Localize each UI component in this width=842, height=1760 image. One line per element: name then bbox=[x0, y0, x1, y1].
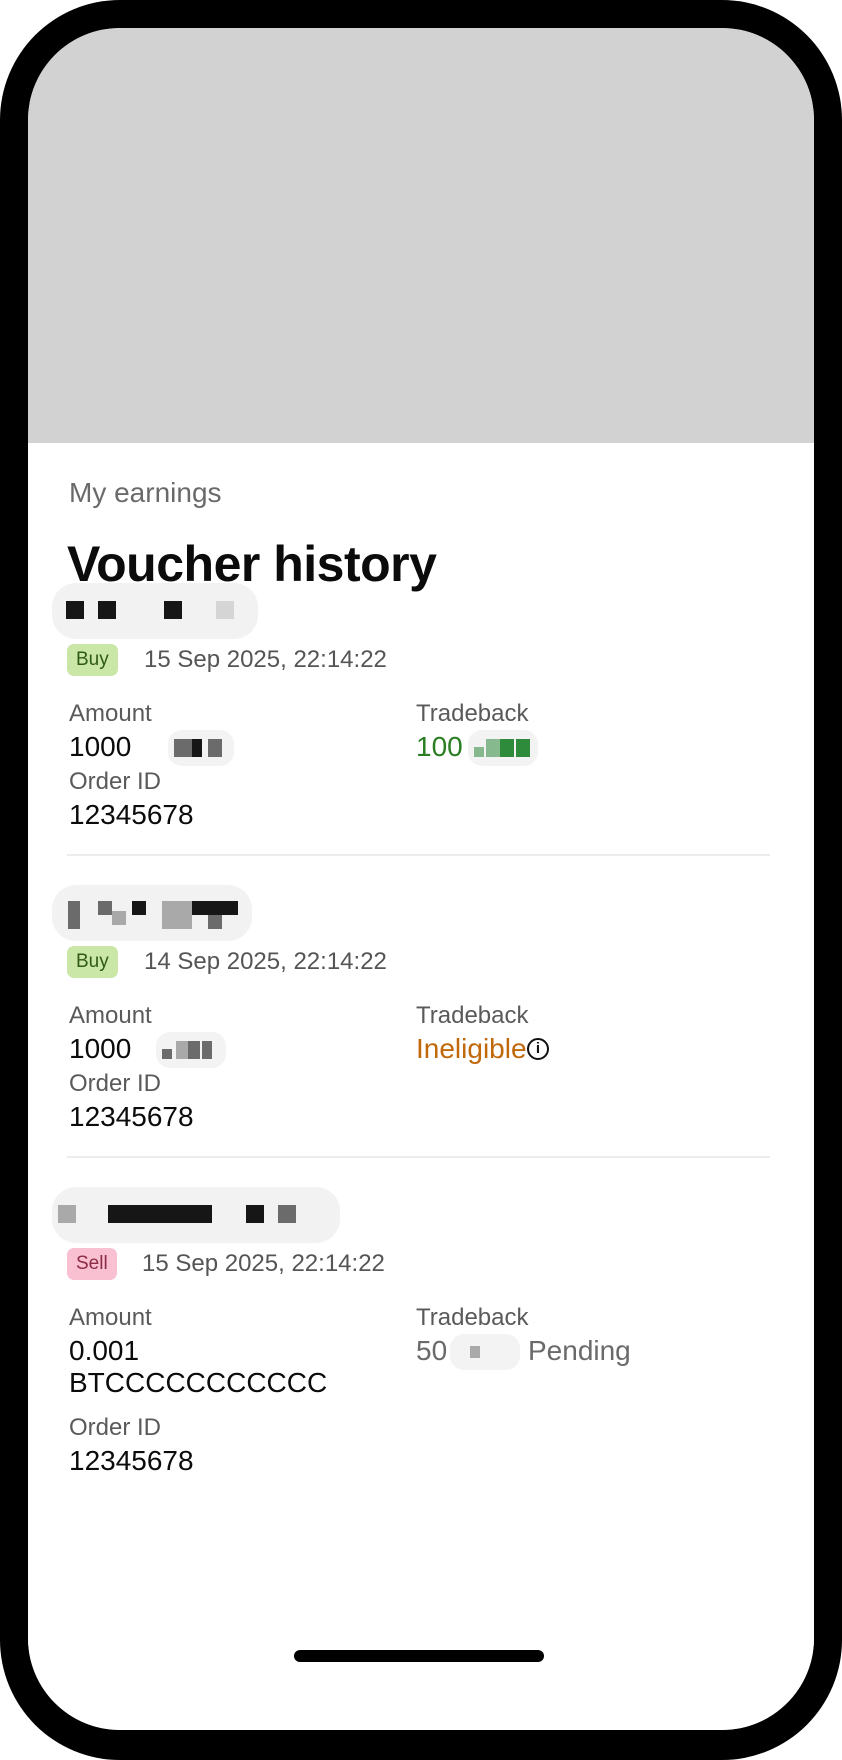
order-id-label: Order ID bbox=[69, 768, 162, 795]
screen: My earnings Voucher history Buy 15 Sep 2… bbox=[28, 28, 814, 1730]
tradeback-currency-redacted bbox=[468, 730, 538, 766]
amount-label: Amount bbox=[69, 1002, 152, 1029]
divider bbox=[67, 1156, 770, 1158]
tradeback-status: Pending bbox=[528, 1335, 631, 1366]
home-indicator[interactable] bbox=[294, 1650, 544, 1662]
backdrop-overlay[interactable] bbox=[28, 28, 814, 443]
order-id-value: 12345678 bbox=[69, 1101, 194, 1132]
sell-badge: Sell bbox=[67, 1248, 117, 1280]
amount-value: 1000 bbox=[69, 731, 132, 762]
tradeback-label: Tradeback bbox=[416, 700, 529, 727]
order-id-label: Order ID bbox=[69, 1414, 162, 1441]
amount-label: Amount bbox=[69, 1304, 152, 1331]
tradeback-label: Tradeback bbox=[416, 1002, 529, 1029]
voucher-name-redacted bbox=[52, 1187, 340, 1243]
voucher-date: 15 Sep 2025, 22:14:22 bbox=[144, 646, 387, 673]
order-id-value: 12345678 bbox=[69, 799, 194, 830]
tradeback-value: 100 bbox=[416, 731, 463, 762]
tradeback-label: Tradeback bbox=[416, 1304, 529, 1331]
amount-currency: BTCCCCCCCCCCC bbox=[69, 1367, 328, 1398]
voucher-history-sheet: My earnings Voucher history Buy 15 Sep 2… bbox=[28, 443, 814, 1730]
info-icon[interactable]: i bbox=[527, 1038, 549, 1060]
order-id-value: 12345678 bbox=[69, 1445, 194, 1476]
buy-badge: Buy bbox=[67, 946, 118, 978]
buy-badge: Buy bbox=[67, 644, 118, 676]
voucher-date: 14 Sep 2025, 22:14:22 bbox=[144, 948, 387, 975]
currency-redacted bbox=[168, 730, 234, 766]
order-id-label: Order ID bbox=[69, 1070, 162, 1097]
tradeback-status: Ineligible bbox=[416, 1033, 527, 1064]
tradeback-currency-redacted bbox=[450, 1334, 520, 1370]
phone-frame: My earnings Voucher history Buy 15 Sep 2… bbox=[0, 0, 842, 1760]
page-subtitle: My earnings bbox=[69, 477, 222, 508]
amount-label: Amount bbox=[69, 700, 152, 727]
voucher-name-redacted bbox=[52, 885, 252, 941]
amount-value: 0.001 bbox=[69, 1335, 140, 1366]
voucher-name-redacted bbox=[52, 583, 258, 639]
tradeback-value: 50 bbox=[416, 1335, 448, 1366]
divider bbox=[67, 854, 770, 856]
amount-value: 1000 bbox=[69, 1033, 132, 1064]
voucher-date: 15 Sep 2025, 22:14:22 bbox=[142, 1250, 385, 1277]
currency-redacted bbox=[156, 1032, 226, 1068]
